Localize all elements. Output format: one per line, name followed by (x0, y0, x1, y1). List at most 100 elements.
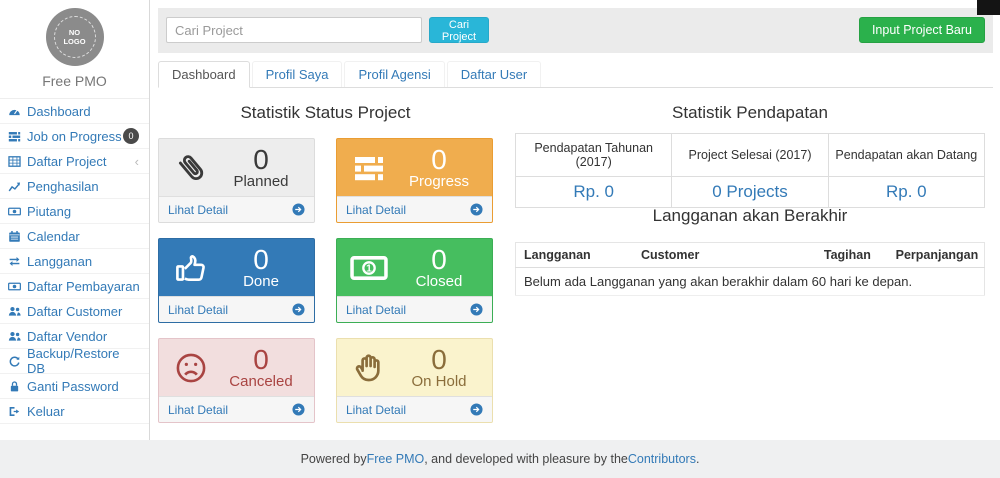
canceled-detail-link[interactable]: Lihat Detail (159, 396, 314, 422)
sidebar-item-piutang[interactable]: Piutang (0, 199, 149, 224)
new-project-button[interactable]: Input Project Baru (859, 17, 985, 43)
tab-dashboard[interactable]: Dashboard (158, 61, 250, 88)
tab-profil-saya[interactable]: Profil Saya (252, 61, 343, 87)
subscription-table: Langganan Customer Tagihan Perpanjangan … (515, 242, 985, 296)
arrow-circle-right-icon (470, 403, 483, 416)
planned-label: Planned (214, 174, 308, 190)
closed-label: Closed (392, 274, 486, 290)
sidebar-item-label: Ganti Password (27, 379, 119, 394)
search-input[interactable] (166, 17, 422, 43)
no-logo-seal: NO LOGO (46, 8, 104, 66)
footer-text: . (696, 452, 699, 466)
lock-icon (8, 380, 21, 393)
subscription-header: Langganan (516, 243, 633, 268)
frown-icon (168, 352, 214, 384)
arrow-circle-right-icon (292, 303, 305, 316)
progress-detail-link[interactable]: Lihat Detail (337, 196, 492, 222)
main-content: Cari Project Input Project Baru Dashboar… (150, 0, 1000, 440)
sidebar-item-calendar[interactable]: Calendar (0, 224, 149, 249)
sidebar-item-daftar-customer[interactable]: Daftar Customer (0, 299, 149, 324)
sidebar-item-label: Piutang (27, 204, 71, 219)
tab-bar: Dashboard Profil Saya Profil Agensi Daft… (158, 61, 993, 88)
on-hold-detail-link[interactable]: Lihat Detail (337, 396, 492, 422)
sidebar-item-label: Daftar Customer (27, 304, 122, 319)
money-icon (8, 280, 21, 293)
subscription-header: Perpanjangan (888, 243, 985, 268)
done-detail-link[interactable]: Lihat Detail (159, 296, 314, 322)
arrow-circle-right-icon (470, 203, 483, 216)
no-logo-text: NO LOGO (60, 28, 90, 46)
hand-icon (346, 351, 392, 385)
sidebar-item-label: Keluar (27, 404, 65, 419)
free-pmo-dashboard: NO LOGO Free PMO Dashboard Job on Progre… (0, 0, 1000, 478)
footer-link-contributors[interactable]: Contributors (628, 452, 696, 466)
subscription-header: Tagihan (816, 243, 888, 268)
income-header: Pendapatan Tahunan (2017) (516, 134, 672, 177)
sidebar-item-label: Dashboard (27, 104, 91, 119)
logo: NO LOGO (0, 0, 149, 66)
sidebar-item-ganti-password[interactable]: Ganti Password (0, 374, 149, 399)
on-hold-count: 0 (392, 345, 486, 374)
done-label: Done (214, 274, 308, 290)
line-chart-icon (8, 180, 21, 193)
refresh-icon (8, 355, 21, 368)
users-icon (8, 330, 21, 343)
arrow-circle-right-icon (292, 203, 305, 216)
card-progress: 0 Progress Lihat Detail (336, 138, 493, 223)
page-footer: Powered by Free PMO, and developed with … (0, 440, 1000, 478)
exchange-icon (8, 255, 21, 268)
footer-link-free-pmo[interactable]: Free PMO (367, 452, 425, 466)
sidebar-item-label: Langganan (27, 254, 92, 269)
income-value: 0 Projects (672, 177, 828, 208)
status-section-title: Statistik Status Project (158, 103, 493, 123)
card-closed: 1 0 Closed Lihat Detail (336, 238, 493, 323)
income-header: Pendapatan akan Datang (828, 134, 984, 177)
tab-daftar-user[interactable]: Daftar User (447, 61, 541, 87)
search-button[interactable]: Cari Project (429, 17, 489, 43)
chevron-left-icon: ‹ (135, 155, 139, 168)
arrow-circle-right-icon (292, 403, 305, 416)
card-planned: 0 Planned Lihat Detail (158, 138, 315, 223)
income-section-title: Statistik Pendapatan (515, 103, 985, 123)
job-count-badge: 0 (123, 128, 139, 144)
tasks-icon (346, 152, 392, 184)
calendar-icon (8, 230, 21, 243)
card-canceled: 0 Canceled Lihat Detail (158, 338, 315, 423)
sidebar-item-penghasilan[interactable]: Penghasilan (0, 174, 149, 199)
sidebar-item-label: Penghasilan (27, 179, 99, 194)
dashboard-icon (8, 105, 21, 118)
arrow-circle-right-icon (470, 303, 483, 316)
sidebar-item-keluar[interactable]: Keluar (0, 399, 149, 424)
income-table: Pendapatan Tahunan (2017) Project Selesa… (515, 133, 985, 208)
sidebar-item-dashboard[interactable]: Dashboard (0, 99, 149, 124)
planned-detail-link[interactable]: Lihat Detail (159, 196, 314, 222)
income-header: Project Selesai (2017) (672, 134, 828, 177)
done-count: 0 (214, 245, 308, 274)
closed-count: 0 (392, 245, 486, 274)
sidebar-item-job-on-progress[interactable]: Job on Progress 0 (0, 124, 149, 149)
footer-text: , and developed with pleasure by the (424, 452, 628, 466)
sidebar-item-label: Daftar Pembayaran (27, 279, 140, 294)
subscription-header: Customer (633, 243, 816, 268)
sidebar-item-backup-restore[interactable]: Backup/Restore DB (0, 349, 149, 374)
sidebar-item-langganan[interactable]: Langganan (0, 249, 149, 274)
sidebar-item-label: Backup/Restore DB (27, 346, 141, 376)
status-cards: 0 Planned Lihat Detail 0 Progress (158, 138, 493, 423)
screen-corner-artifact (977, 0, 1000, 15)
sidebar-item-daftar-pembayaran[interactable]: Daftar Pembayaran (0, 274, 149, 299)
progress-label: Progress (392, 174, 486, 190)
paperclip-icon (162, 140, 219, 196)
planned-count: 0 (214, 145, 308, 174)
topbar: Cari Project Input Project Baru (158, 8, 993, 53)
income-value: Rp. 0 (828, 177, 984, 208)
money-icon (8, 205, 21, 218)
footer-text: Powered by (301, 452, 367, 466)
tab-profil-agensi[interactable]: Profil Agensi (344, 61, 444, 87)
thumbs-up-icon (168, 251, 214, 285)
sidebar-item-daftar-project[interactable]: Daftar Project ‹ (0, 149, 149, 174)
svg-text:1: 1 (366, 263, 372, 274)
users-icon (8, 305, 21, 318)
canceled-label: Canceled (214, 374, 308, 390)
sign-out-icon (8, 405, 21, 418)
closed-detail-link[interactable]: Lihat Detail (337, 296, 492, 322)
